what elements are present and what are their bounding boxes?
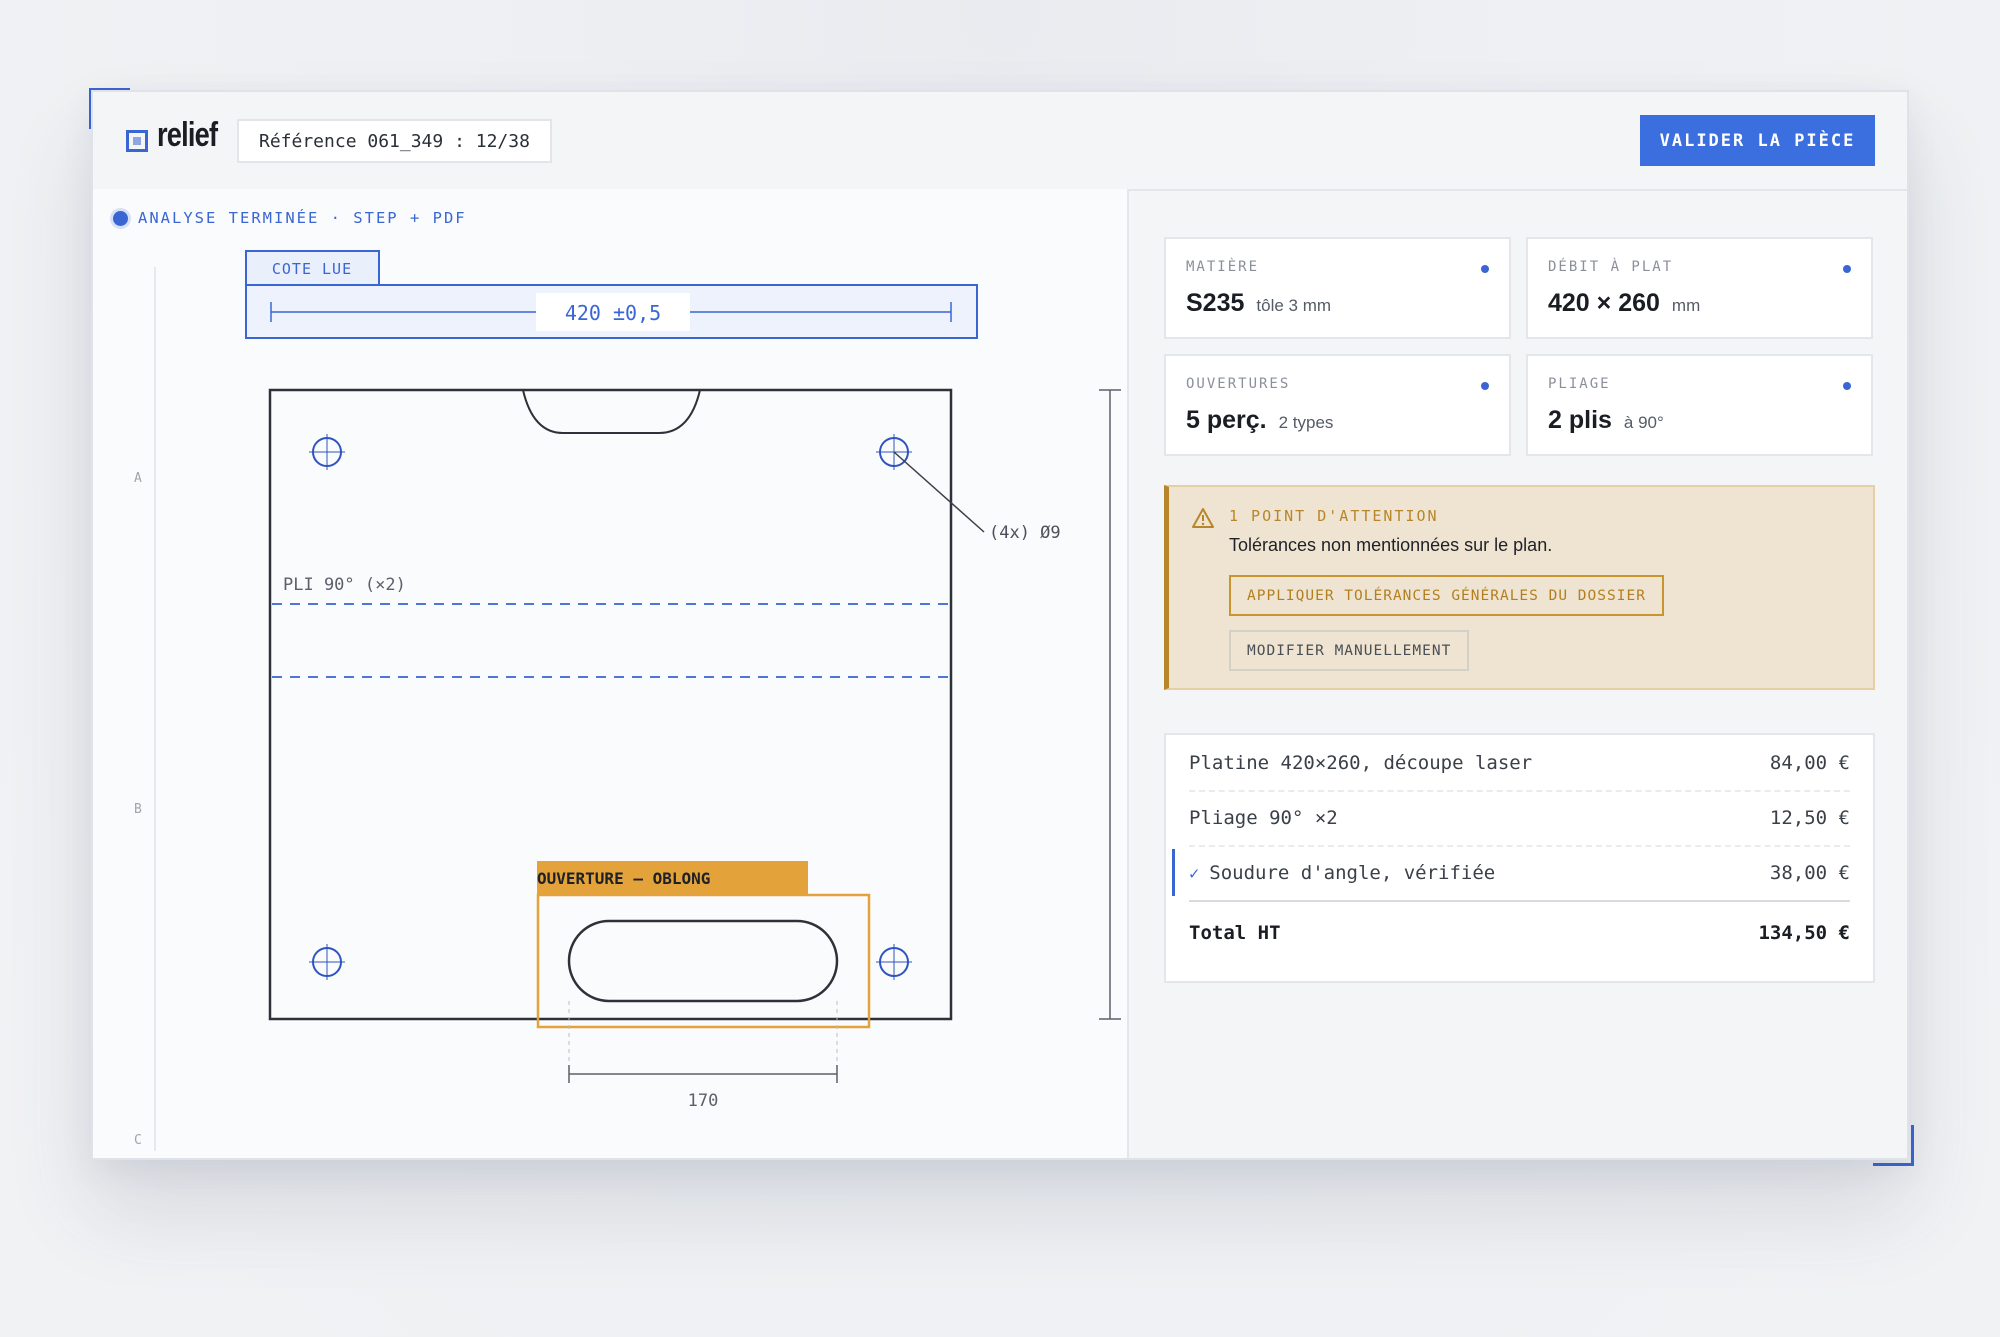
technical-drawing: A B C COTE LUE 420 ±0,5 (4x) Ø9 PLI 90° … [134,250,1121,1151]
quote-line-amount: 38,00 € [1769,861,1850,884]
analysis-panel: MATIÈRE S235 tôle 3 mm DÉBIT À PLAT 420 … [1129,189,1907,1158]
card-label: MATIÈRE [1186,259,1260,275]
hole-leader-line [893,451,985,533]
card-status-dot-icon [1481,382,1489,390]
cote-value: 420 ±0,5 [565,301,661,325]
card-status-dot-icon [1843,265,1851,273]
quote-line-bending[interactable]: Pliage 90° ×2 12,50 € [1189,790,1850,847]
quote-line-amount: 12,50 € [1769,806,1850,829]
card-status-dot-icon [1481,265,1489,273]
row-marker-c: C [134,1133,142,1148]
quote-line-label: Platine 420×260, découpe laser [1189,751,1533,774]
drawing-panel: ANALYSE TERMINÉE · STEP + PDF A B C COTE… [93,189,1129,1158]
card-flat-size[interactable]: DÉBIT À PLAT 420 × 260 mm [1526,237,1873,339]
hole-callout: (4x) Ø9 [989,523,1061,543]
opening-highlight[interactable]: OUVERTURE — OBLONG [536,861,871,1029]
card-bending[interactable]: PLIAGE 2 plis à 90° [1526,354,1873,456]
oblong-opening [567,919,839,1003]
quote-line-welding[interactable]: ✓ Soudure d'angle, vérifiée 38,00 € [1172,845,1850,902]
opening-tag: OUVERTURE — OBLONG [537,869,710,888]
quote-line-label: Pliage 90° ×2 [1189,806,1338,829]
check-icon: ✓ [1189,863,1200,884]
quote-total: Total HT 134,50 € [1189,905,1850,960]
reference-label: Référence 061_349 : 12/38 [237,119,552,163]
card-detail: 2 types [1278,413,1334,432]
alert-message: Tolérances non mentionnées sur le plan. [1229,535,1553,555]
app-header: relief Référence 061_349 : 12/38 VALIDER… [93,92,1907,191]
quote-summary: Platine 420×260, découpe laser 84,00 € P… [1164,733,1875,983]
quote-line-amount: 84,00 € [1769,751,1850,774]
quote-line-label: Soudure d'angle, vérifiée [1209,861,1496,884]
card-value: S235 [1186,289,1245,317]
oblong-dim-text: 170 [688,1091,719,1111]
row-marker-a: A [134,471,142,486]
part-outline [268,388,953,1021]
logo-text: relief [157,116,218,154]
apply-tolerances-button[interactable]: APPLIQUER TOLÉRANCES GÉNÉRALES DU DOSSIE… [1229,575,1664,616]
card-material[interactable]: MATIÈRE S235 tôle 3 mm [1164,237,1511,339]
quote-total-label: Total HT [1189,921,1281,944]
card-detail: à 90° [1623,413,1664,432]
card-detail: mm [1671,296,1701,315]
card-label: OUVERTURES [1186,376,1291,392]
card-label: PLIAGE [1548,376,1611,392]
card-value: 5 perç. [1186,406,1267,434]
quote-total-amount: 134,50 € [1758,921,1850,944]
validate-part-button[interactable]: VALIDER LA PIÈCE [1640,115,1875,166]
card-openings[interactable]: OUVERTURES 5 perç. 2 types [1164,354,1511,456]
hole-top-left [309,434,345,470]
attention-alert: 1 POINT D'ATTENTION Tolérances non menti… [1164,485,1875,690]
cote-highlight[interactable]: COTE LUE 420 ±0,5 [245,250,978,339]
hole-bottom-left [309,944,345,980]
mounting-holes [309,434,912,980]
card-value: 420 × 260 [1548,289,1660,317]
warning-icon [1192,508,1214,528]
hole-bottom-right [876,944,912,980]
app-window: relief Référence 061_349 : 12/38 VALIDER… [91,90,1909,1160]
cote-tag: COTE LUE [272,260,352,278]
card-label: DÉBIT À PLAT [1548,259,1674,275]
card-detail: tôle 3 mm [1256,296,1332,315]
logo-icon [126,130,148,152]
bend-label: PLI 90° (×2) [283,575,406,595]
alert-title: 1 POINT D'ATTENTION [1229,507,1439,525]
modify-manually-button[interactable]: MODIFIER MANUELLEMENT [1229,630,1470,671]
card-status-dot-icon [1843,382,1851,390]
top-notch [522,389,701,434]
row-marker-b: B [134,802,142,817]
quote-line-cutting[interactable]: Platine 420×260, découpe laser 84,00 € [1189,735,1850,792]
card-value: 2 plis [1548,406,1612,434]
